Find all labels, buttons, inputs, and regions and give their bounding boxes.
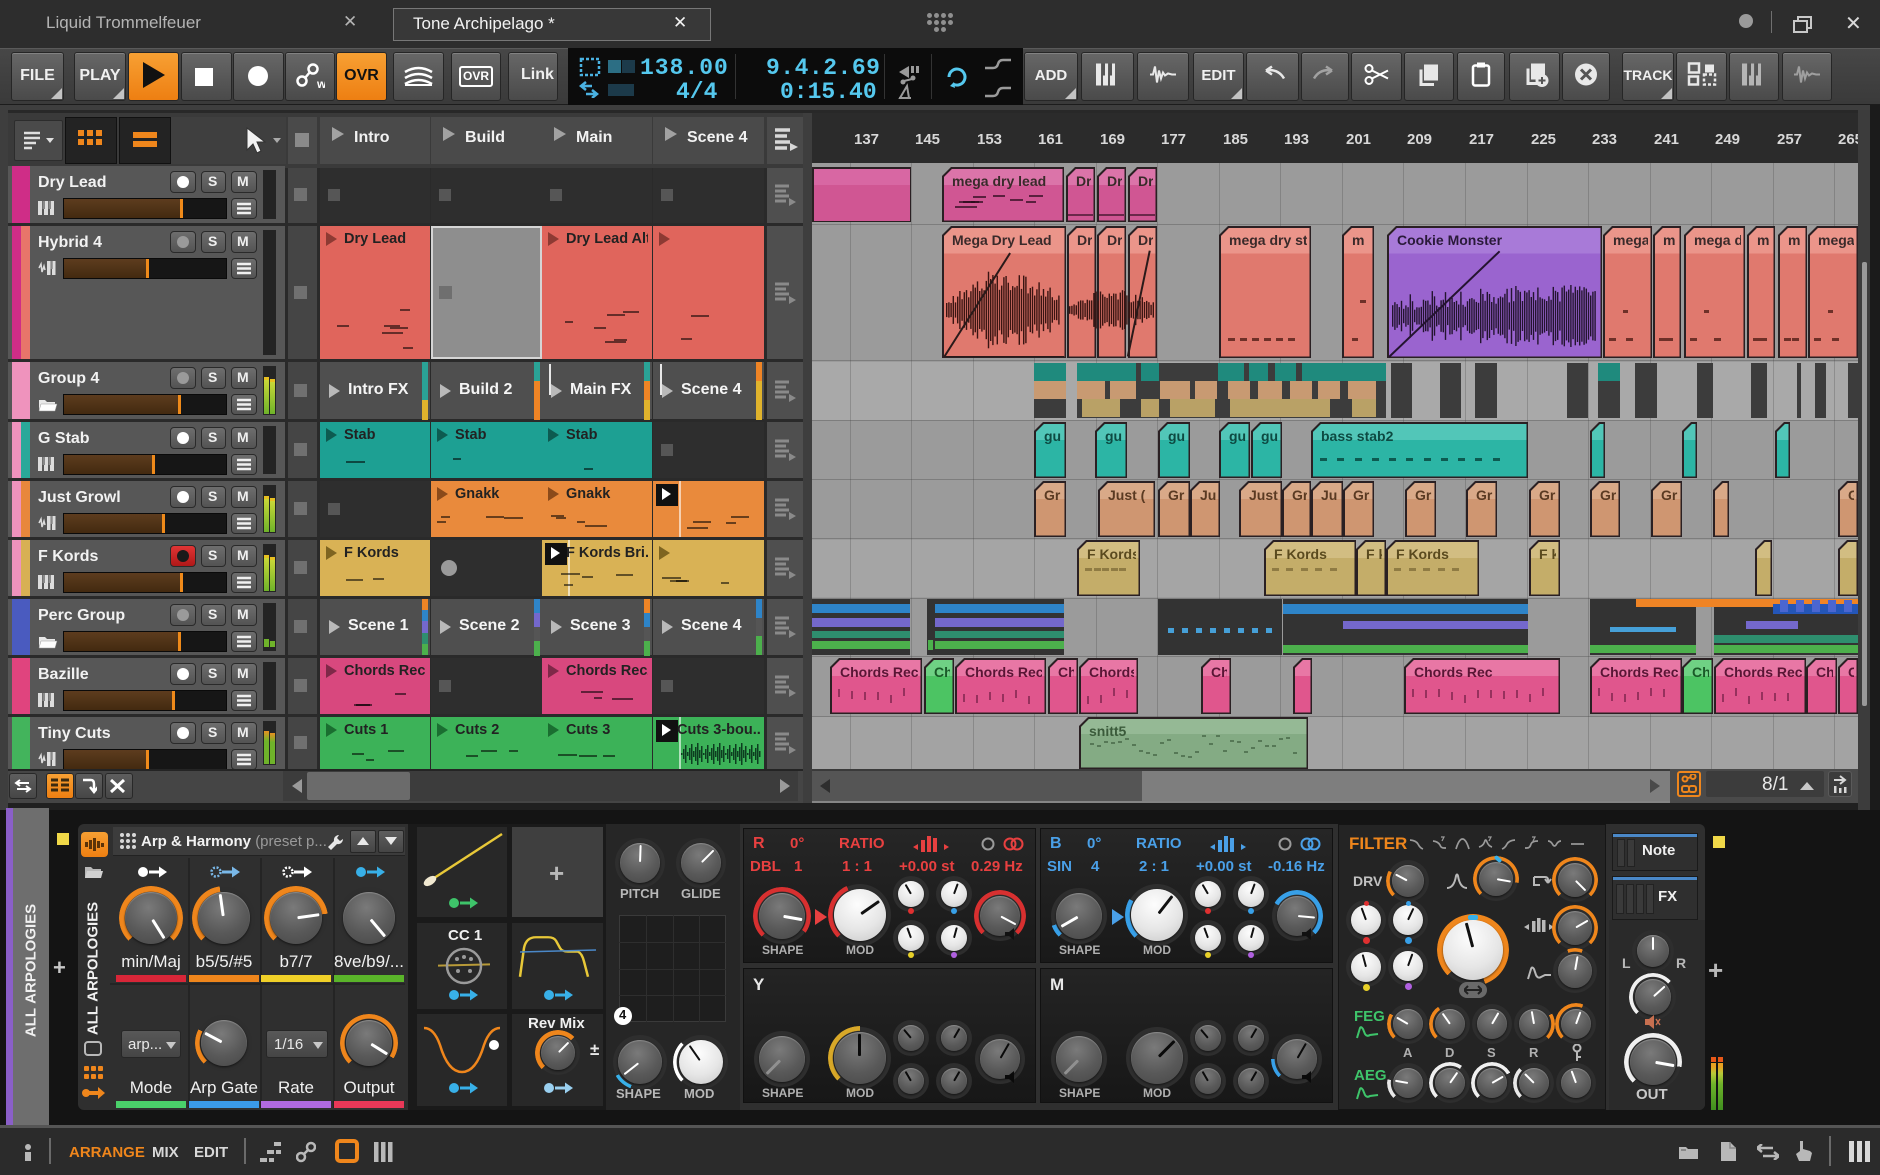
svg-text:w: w [316, 77, 325, 90]
